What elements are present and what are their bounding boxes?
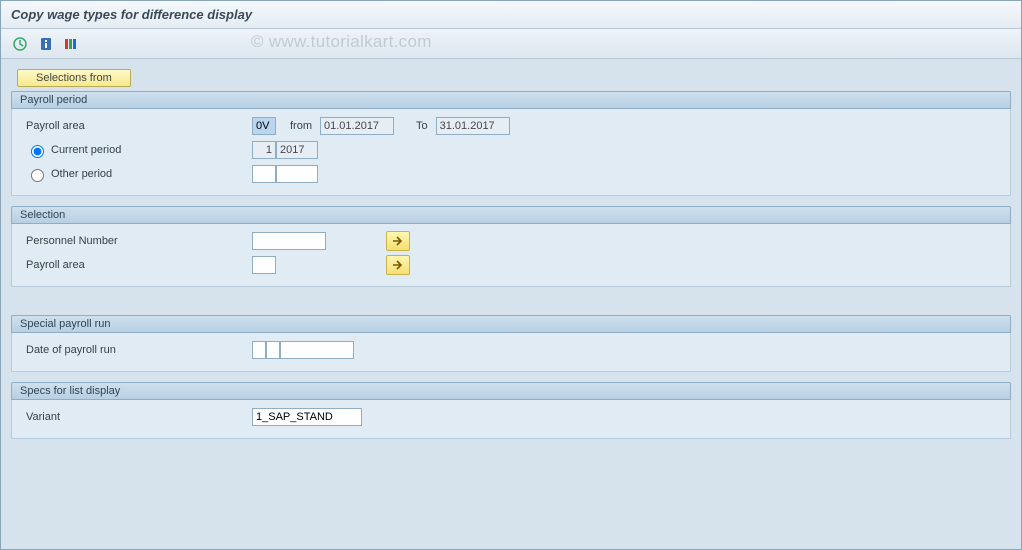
group-body-payroll-period: Payroll area from To Current period <box>11 109 1011 196</box>
payroll-area-input[interactable] <box>252 117 276 135</box>
other-period-radio[interactable] <box>31 169 44 182</box>
group-specs-list-display: Specs for list display Variant <box>11 382 1011 439</box>
other-period-label: Other period <box>51 168 112 180</box>
group-header-specs-list-display: Specs for list display <box>11 382 1011 400</box>
personnel-number-input[interactable] <box>252 232 326 250</box>
other-period-year[interactable] <box>276 165 318 183</box>
group-body-specs-list-display: Variant <box>11 400 1011 439</box>
variant-input[interactable] <box>252 408 362 426</box>
sel-payroll-area-multiple-button[interactable] <box>386 255 410 275</box>
group-payroll-period: Payroll period Payroll area from To Curr… <box>11 91 1011 196</box>
page-title: Copy wage types for difference display <box>11 7 252 22</box>
group-special-payroll-run: Special payroll run Date of payroll run <box>11 315 1011 372</box>
payroll-run-code1[interactable] <box>252 341 266 359</box>
variant-button[interactable] <box>61 34 83 54</box>
title-bar: Copy wage types for difference display <box>1 1 1021 29</box>
variant-icon <box>64 37 80 51</box>
arrow-right-icon <box>392 260 404 270</box>
current-period-radio[interactable] <box>31 145 44 158</box>
variant-label: Variant <box>22 411 252 423</box>
app-toolbar: © www.tutorialkart.com <box>1 29 1021 59</box>
current-period-year <box>276 141 318 159</box>
group-body-special-payroll-run: Date of payroll run <box>11 333 1011 372</box>
app-window: Copy wage types for difference display ©… <box>0 0 1022 550</box>
clock-execute-icon <box>12 36 28 52</box>
group-header-selection: Selection <box>11 206 1011 224</box>
payroll-run-code2[interactable] <box>266 341 280 359</box>
group-header-special-payroll-run: Special payroll run <box>11 315 1011 333</box>
payroll-run-date[interactable] <box>280 341 354 359</box>
sel-payroll-area-label: Payroll area <box>22 259 252 271</box>
from-label: from <box>290 120 312 132</box>
to-label: To <box>416 120 428 132</box>
personnel-number-label: Personnel Number <box>22 235 252 247</box>
info-button[interactable] <box>35 34 57 54</box>
other-period-number[interactable] <box>252 165 276 183</box>
current-period-label: Current period <box>51 144 121 156</box>
from-date-input <box>320 117 394 135</box>
execute-button[interactable] <box>9 34 31 54</box>
selections-from-label: Selections from <box>36 72 112 84</box>
to-date-input <box>436 117 510 135</box>
payroll-area-label: Payroll area <box>22 120 252 132</box>
date-payroll-run-label: Date of payroll run <box>22 344 252 356</box>
watermark-text: © www.tutorialkart.com <box>251 32 432 52</box>
group-body-selection: Personnel Number Payroll area <box>11 224 1011 287</box>
selections-from-button[interactable]: Selections from <box>17 69 131 87</box>
sel-payroll-area-input[interactable] <box>252 256 276 274</box>
group-selection: Selection Personnel Number Payroll area <box>11 206 1011 287</box>
personnel-number-multiple-button[interactable] <box>386 231 410 251</box>
arrow-right-icon <box>392 236 404 246</box>
info-icon <box>39 37 53 51</box>
group-header-payroll-period: Payroll period <box>11 91 1011 109</box>
content-area: Selections from Payroll period Payroll a… <box>1 59 1021 549</box>
current-period-number <box>252 141 276 159</box>
